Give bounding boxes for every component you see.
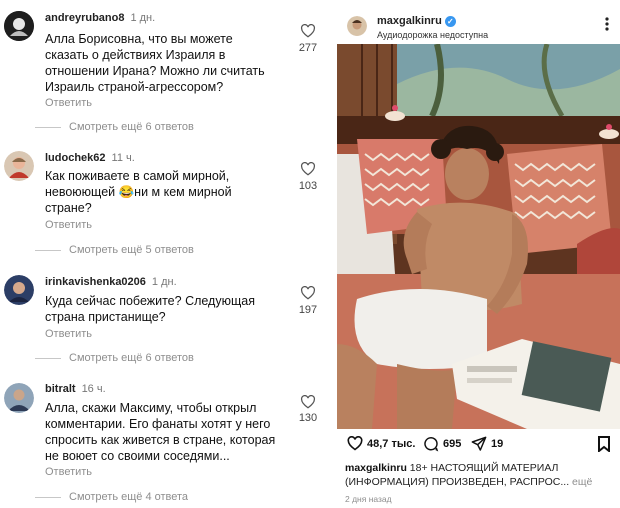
comment-item: bitralt 16 ч. Алла, скажи Максиму, чтобы … — [0, 370, 330, 508]
post-date: 2 дня назад — [345, 494, 392, 504]
heart-icon[interactable] — [347, 436, 363, 451]
shares-count: 19 — [491, 438, 504, 450]
comment-time: 1 дн. — [151, 276, 177, 288]
comment-time: 16 ч. — [81, 383, 106, 395]
reply-button[interactable]: Ответить — [45, 219, 92, 231]
comment-line: Алла Борисовна, что вы можете — [45, 32, 233, 46]
comment-text: Куда сейчас побежите? Следующая страна п… — [45, 293, 293, 325]
divider — [35, 249, 61, 251]
post-header: maxgalkinru ✓ Аудиодорожка недоступна — [337, 0, 620, 44]
heart-icon[interactable] — [300, 286, 316, 300]
view-replies-button[interactable]: Смотреть ещё 6 ответов — [35, 121, 194, 133]
comment-username-row: andreyrubano8 1 дн. — [45, 12, 155, 24]
comment-line: Израиль страной-агрессором? — [45, 80, 224, 94]
post-panel: maxgalkinru ✓ Аудиодорожка недоступна 48… — [337, 0, 620, 508]
comment-action[interactable]: 695 — [423, 436, 461, 452]
comment-item: irinkavishenka0206 1 дн. Куда сейчас побе… — [0, 260, 330, 370]
view-replies-label: Смотреть ещё 6 ответов — [69, 352, 194, 364]
avatar[interactable] — [4, 383, 34, 413]
share-icon[interactable] — [471, 436, 487, 452]
comment-line: невоюющей 😂ни м кем мирной — [45, 185, 232, 199]
caption-username[interactable]: maxgalkinru — [345, 462, 407, 474]
view-replies-label: Смотреть ещё 4 ответа — [69, 491, 189, 503]
likes-count: 48,7 тыс. — [367, 437, 416, 450]
divider — [35, 496, 61, 498]
comment-username-row: bitralt 16 ч. — [45, 383, 106, 395]
comment-line: Алла, скажи Максиму, чтобы открыл — [45, 401, 257, 415]
reply-button[interactable]: Ответить — [45, 328, 92, 340]
post-photo[interactable] — [337, 44, 620, 429]
like-count: 197 — [298, 304, 318, 316]
heart-icon[interactable] — [300, 162, 316, 176]
avatar[interactable] — [4, 11, 34, 41]
like-count: 103 — [298, 180, 318, 192]
heart-icon[interactable] — [300, 24, 316, 38]
like-count: 130 — [298, 412, 318, 424]
comment-username[interactable]: ludochek62 — [45, 152, 106, 164]
bookmark-icon[interactable] — [597, 436, 611, 452]
comment-text: Как поживаете в самой мирной, невоюющей … — [45, 168, 293, 216]
view-replies-button[interactable]: Смотреть ещё 4 ответа — [35, 491, 188, 503]
heart-icon[interactable] — [300, 395, 316, 409]
comment-time: 11 ч. — [111, 152, 135, 164]
comment-item: andreyrubano8 1 дн. Алла Борисовна, что в… — [0, 0, 330, 140]
comment-line: спросить как живется в стране, которая — [45, 433, 276, 447]
comment-icon[interactable] — [423, 436, 439, 452]
comment-line: не воюет со своими соседями... — [45, 449, 230, 463]
comment-text: Алла Борисовна, что вы можете сказать о … — [45, 31, 293, 95]
comment-line: стране? — [45, 201, 92, 215]
post-actions: 48,7 тыс. 695 19 — [337, 436, 620, 456]
divider — [35, 357, 61, 359]
verified-icon: ✓ — [444, 15, 456, 27]
comment-username[interactable]: irinkavishenka0206 — [45, 276, 146, 288]
avatar[interactable] — [347, 16, 367, 36]
divider — [35, 126, 61, 128]
avatar[interactable] — [4, 151, 34, 181]
comment-text: Алла, скажи Максиму, чтобы открыл коммен… — [45, 400, 293, 464]
comment-username-row: ludochek62 11 ч. — [45, 152, 135, 164]
reply-button[interactable]: Ответить — [45, 466, 92, 478]
comment-username[interactable]: bitralt — [45, 383, 76, 395]
share-action[interactable]: 19 — [471, 436, 503, 452]
comment-time: 1 дн. — [130, 12, 156, 24]
like-action[interactable]: 48,7 тыс. — [347, 436, 415, 451]
comment-line: Куда сейчас побежите? Следующая — [45, 294, 255, 308]
caption-more-button[interactable]: ещё — [572, 476, 592, 488]
post-username[interactable]: maxgalkinru — [377, 15, 442, 27]
view-replies-label: Смотреть ещё 5 ответов — [69, 244, 194, 256]
comment-line: сказать о действиях Израиля в — [45, 48, 226, 62]
comments-count: 695 — [443, 438, 462, 450]
comment-line: отношении Ирана? Можно ли считать — [45, 64, 265, 78]
audio-label[interactable]: Аудиодорожка недоступна — [377, 30, 488, 40]
comment-username[interactable]: andreyrubano8 — [45, 12, 124, 24]
view-replies-button[interactable]: Смотреть ещё 6 ответов — [35, 352, 194, 364]
more-options-icon[interactable] — [601, 16, 613, 32]
comment-item: ludochek62 11 ч. Как поживаете в самой ми… — [0, 140, 330, 260]
reply-button[interactable]: Ответить — [45, 97, 92, 109]
view-replies-button[interactable]: Смотреть ещё 5 ответов — [35, 244, 194, 256]
view-replies-label: Смотреть ещё 6 ответов — [69, 121, 194, 133]
like-count: 277 — [298, 42, 318, 54]
comment-line: Как поживаете в самой мирной, — [45, 169, 230, 183]
comment-username-row: irinkavishenka0206 1 дн. — [45, 276, 177, 288]
comments-panel: andreyrubano8 1 дн. Алла Борисовна, что в… — [0, 0, 330, 508]
comment-line: комментарии. Его фанаты хотят у него — [45, 417, 271, 431]
post-username-row: maxgalkinru ✓ — [377, 15, 456, 27]
avatar[interactable] — [4, 275, 34, 305]
post-caption: maxgalkinru 18+ НАСТОЯЩИЙ МАТЕРИАЛ (ИНФО… — [345, 461, 613, 489]
comment-line: страна пристанище? — [45, 310, 166, 324]
